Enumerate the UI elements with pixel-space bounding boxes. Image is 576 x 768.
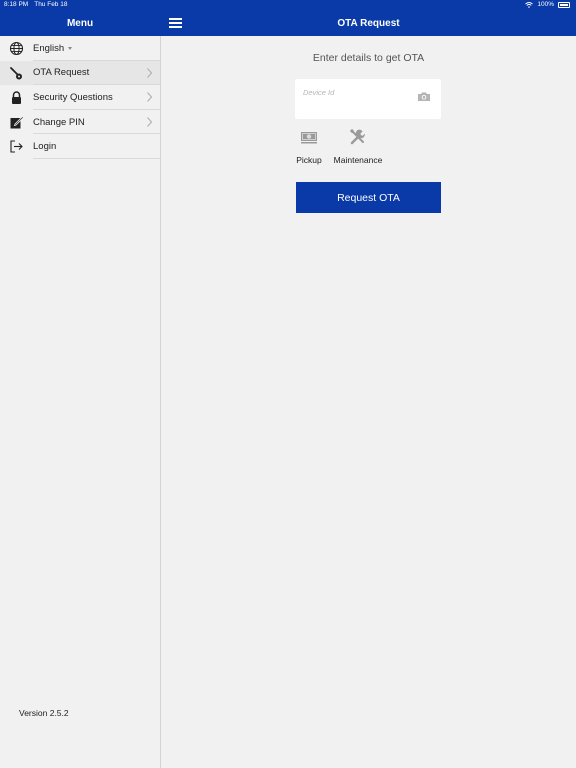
battery-icon (558, 1, 570, 8)
battery-percent: 100% (537, 1, 554, 8)
status-date: Thu Feb 18 (34, 1, 68, 8)
pickup-option[interactable]: Pickup (291, 128, 327, 165)
sidebar-item-ota-request[interactable]: OTA Request (0, 60, 160, 86)
device-id-card (295, 79, 441, 119)
status-bar: 8:18 PM Thu Feb 18 100% (0, 0, 576, 11)
page-title: OTA Request (337, 18, 400, 29)
sidebar-item-change-pin[interactable]: Change PIN (0, 110, 160, 135)
sidebar-item-label: Change PIN (33, 116, 85, 128)
screen: 8:18 PM Thu Feb 18 100% Menu OTA Request… (0, 0, 576, 768)
lock-icon (12, 91, 21, 105)
login-icon (10, 140, 23, 153)
wifi-icon (525, 1, 534, 8)
status-time: 8:18 PM (4, 1, 29, 8)
sidebar-item-label: OTA Request (33, 67, 90, 79)
money-icon (301, 132, 317, 144)
device-id-input[interactable] (303, 85, 413, 99)
sidebar-item-login[interactable]: Login (0, 134, 160, 159)
request-ota-button[interactable]: Request OTA (296, 182, 441, 213)
chevron-right-icon (147, 116, 153, 127)
sidebar-item-label: Login (33, 141, 57, 153)
dropdown-caret-icon (68, 46, 73, 50)
chevron-right-icon (147, 67, 153, 78)
sidebar-item-security-questions[interactable]: Security Questions (0, 85, 160, 110)
maintenance-label: Maintenance (333, 155, 383, 165)
main-content: Enter details to get OTA Pickup (161, 36, 576, 768)
sidebar-title: Menu (66, 18, 94, 29)
main-header: OTA Request (161, 11, 576, 36)
sidebar-item-language[interactable]: English (0, 36, 160, 61)
sidebar-item-label: English (33, 42, 65, 54)
camera-icon[interactable] (417, 91, 431, 102)
tools-icon (349, 128, 365, 145)
version-label: Version 2.5.2 (19, 708, 69, 718)
maintenance-option[interactable]: Maintenance (329, 128, 387, 165)
pickup-label: Pickup (296, 155, 322, 165)
instructions-text: Enter details to get OTA (312, 52, 425, 64)
edit-icon (10, 115, 24, 129)
key-icon (10, 66, 22, 80)
globe-icon (9, 41, 24, 56)
chevron-right-icon (147, 92, 153, 103)
sidebar-item-label: Security Questions (33, 91, 113, 103)
sidebar: English OTA Request Security Questions C… (0, 36, 161, 768)
